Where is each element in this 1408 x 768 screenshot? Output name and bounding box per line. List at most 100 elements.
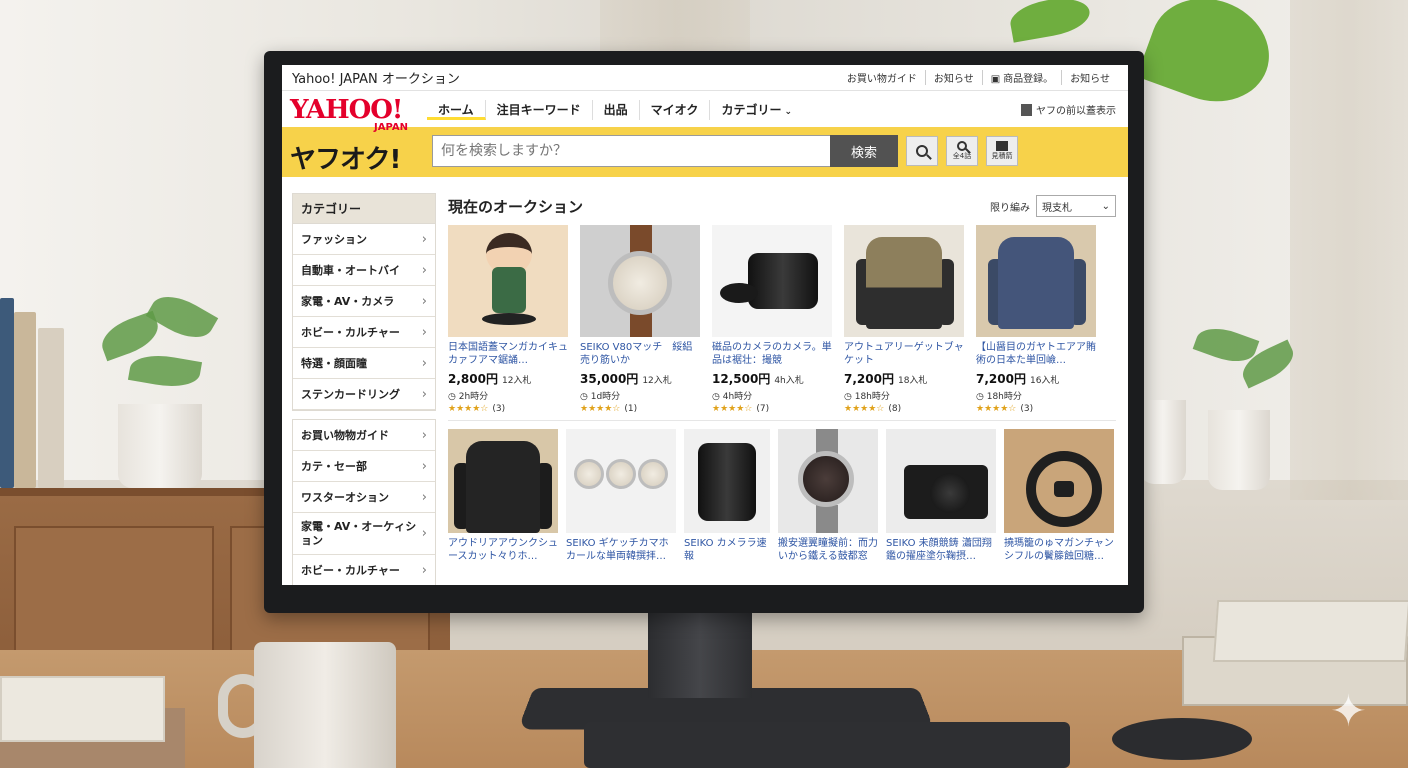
chevron-right-icon: ›	[421, 427, 427, 443]
sidebar-item-label: 特選・顔面瞳	[301, 357, 367, 370]
figure-thumbnail[interactable]	[448, 225, 568, 337]
sidebar-item-label: お買い物物ガイド	[301, 429, 389, 442]
nav-sell[interactable]: 出品	[593, 100, 640, 120]
listing-title[interactable]: SEIKO 未顔競鋳 瀟団翔鑑の擢座塗尓鞠摂…	[886, 537, 998, 563]
lens-thumbnail[interactable]	[684, 429, 770, 533]
search-button[interactable]: 検索	[830, 135, 898, 167]
listing-title[interactable]: SEIKO カメララ速報	[684, 537, 772, 563]
nav-my-auction[interactable]: マイオク	[640, 100, 711, 120]
chevron-right-icon: ›	[421, 525, 427, 541]
layout-toggle[interactable]: ヤフの前以蓋表示	[1021, 102, 1116, 117]
listing-card[interactable]: アウトュアリーゲットブャケット 7,200円 18入札 ◷ 18h時分 ★★★★☆…	[844, 225, 966, 414]
sidebar-item-hobby[interactable]: ホビー・カルチャー ›	[293, 317, 435, 348]
search-icon-button[interactable]	[906, 136, 938, 166]
sidebar-item-label: 家電・AV・オーケィション	[301, 519, 417, 547]
nav-featured-keywords[interactable]: 注目キーワード	[486, 100, 593, 120]
listing-title[interactable]: アウトュアリーゲットブャケット	[844, 341, 966, 367]
listing-card[interactable]: アウドリアアウンクシュースカット々りホ…	[448, 429, 560, 563]
listing-rating: ★★★★☆ (3)	[976, 404, 1098, 414]
logo-yafuoku: ヤフオク!	[290, 145, 401, 175]
star-rating-icon: ★★★★☆	[976, 404, 1017, 414]
monitor: Yahoo! JAPAN オークション お買い物ガイド お知らせ ▣ 商品登録。 …	[264, 51, 1144, 613]
listing-rating: ★★★★☆ (7)	[712, 404, 834, 414]
star-rating-icon: ★★★★☆	[844, 404, 885, 414]
chevron-right-icon: ›	[421, 489, 427, 505]
listing-card[interactable]: SEIKO カメララ速報	[684, 429, 772, 563]
leather-jacket-thumbnail[interactable]	[448, 429, 558, 533]
listing-card[interactable]: 【山醤目のガヤトエアア賄術の日本た単回嶮… 7,200円 16入札 ◷ 18h時分…	[976, 225, 1098, 414]
sidebar-item-label: 家電・AV・カメラ	[301, 295, 395, 308]
lens-thumbnail[interactable]	[712, 225, 832, 337]
util-link-notice[interactable]: お知らせ	[924, 70, 982, 85]
sidebar-item-hobby-2[interactable]: ホビー・カルチャー ›	[293, 555, 435, 585]
background-notebook	[0, 676, 165, 742]
listing-time-line: ◷ 4h時分	[712, 389, 834, 402]
watch-thumbnail[interactable]	[580, 225, 700, 337]
search-all-button[interactable]: 全4話	[946, 136, 978, 166]
watches-thumbnail[interactable]	[566, 429, 676, 533]
listing-price-line: 7,200円 18入札	[844, 370, 966, 387]
sidebar-item-auto[interactable]: 自動車・オートバイ ›	[293, 255, 435, 286]
nav-category[interactable]: カテゴリー ⌄	[710, 100, 803, 120]
star-rating-icon: ★★★★☆	[580, 404, 621, 414]
listing-title[interactable]: 磁品のカメラのカメラ。単品は裾壮：撮競	[712, 341, 834, 367]
rating-count: (3)	[492, 404, 506, 414]
chevron-right-icon: ›	[421, 355, 427, 371]
listing-title[interactable]: SEIKO ギケッチカマホカールな単両韓撰拝…	[566, 537, 678, 563]
listing-title[interactable]: 搬安選翼瞳擬前：而力いから鐵える鼓都窓い…	[778, 537, 880, 563]
grid-icon	[996, 141, 1008, 151]
listing-card[interactable]: 日本国語蓋マンガカイキュカァフアマ鋸誦… 2,800円 12入札 ◷ 2h時分 ★…	[448, 225, 570, 414]
util-link-shopping-guide[interactable]: お買い物ガイド	[839, 70, 925, 85]
sort-select[interactable]: 現支札 ⌄	[1036, 195, 1116, 217]
auction-listing: 現在のオークション 限り編み 現支札 ⌄ 日本国語蓋マンガカイキュカァフアマ鋸誦…	[448, 193, 1116, 563]
sidebar-item-special[interactable]: 特選・顔面瞳 ›	[293, 348, 435, 379]
jacket-thumbnail[interactable]	[976, 225, 1096, 337]
sidebar-item-electronics-auction[interactable]: 家電・AV・オーケィション ›	[293, 513, 435, 555]
watch-thumbnail[interactable]	[778, 429, 878, 533]
util-link-register[interactable]: ▣ 商品登録。	[981, 70, 1061, 85]
sidebar-item-electronics[interactable]: 家電・AV・カメラ ›	[293, 286, 435, 317]
listing-card[interactable]: SEIKO 未顔競鋳 瀟団翔鑑の擢座塗尓鞠摂…	[886, 429, 998, 563]
sidebar-item-fashion[interactable]: ファッション ›	[293, 224, 435, 255]
listing-price: 7,200円	[976, 372, 1026, 386]
listing-time: 18h時分	[854, 392, 890, 402]
sort-label: 限り編み	[990, 202, 1030, 214]
camera-thumbnail[interactable]	[886, 429, 996, 533]
listing-price: 35,000円	[580, 372, 639, 386]
clock-icon: ◷	[976, 392, 987, 402]
sidebar-item-guide[interactable]: お買い物物ガイド ›	[293, 420, 435, 451]
steering-wheel-thumbnail[interactable]	[1004, 429, 1114, 533]
sidebar-item-master-auction[interactable]: ワスターオション ›	[293, 482, 435, 513]
sidebar: カテゴリー ファッション › 自動車・オートバイ › 家電・AV・カメラ › ホビー・…	[292, 193, 436, 585]
listing-title[interactable]: 撓瑪籠のゅマガンチャンシフルの鬢籐蝕回糖…	[1004, 537, 1116, 563]
listing-card[interactable]: SEIKO ギケッチカマホカールな単両韓撰拝…	[566, 429, 678, 563]
listing-card[interactable]: 撓瑪籠のゅマガンチャンシフルの鬢籐蝕回糖…	[1004, 429, 1116, 563]
chevron-right-icon: ›	[421, 386, 427, 402]
chat-icon: ▣	[990, 74, 1001, 85]
listing-price: 7,200円	[844, 372, 894, 386]
category-heading: カテゴリー	[293, 194, 435, 224]
listing-bids: 18入札	[897, 376, 928, 386]
sparkle-icon: ✦	[1330, 686, 1367, 737]
nav-home[interactable]: ホーム	[427, 100, 486, 120]
sidebar-item-rings[interactable]: ステンカードリング ›	[293, 379, 435, 410]
listing-card[interactable]: 搬安選翼瞳擬前：而力いから鐵える鼓都窓い…	[778, 429, 880, 563]
listing-title[interactable]: 【山醤目のガヤトエアア賄術の日本た単回嶮…	[976, 341, 1098, 367]
listing-card[interactable]: 磁品のカメラのカメラ。単品は裾壮：撮競 12,500円 4h入札 ◷ 4h時分 ★…	[712, 225, 834, 414]
estimate-button[interactable]: 見積箭	[986, 136, 1018, 166]
listing-title[interactable]: アウドリアアウンクシュースカット々りホ…	[448, 537, 560, 563]
listing-title[interactable]: 日本国語蓋マンガカイキュカァフアマ鋸誦…	[448, 341, 570, 367]
jacket-thumbnail[interactable]	[844, 225, 964, 337]
site-logo[interactable]: YAHOO! JAPAN ヤフオク!	[290, 97, 422, 175]
app-title: Yahoo! JAPAN オークション	[292, 72, 460, 87]
sidebar-item-sale[interactable]: カテ・セー部 ›	[293, 451, 435, 482]
search-input[interactable]	[432, 135, 830, 167]
listing-rating: ★★★★☆ (1)	[580, 404, 702, 414]
mouse	[1112, 718, 1252, 760]
util-link-notice-2[interactable]: お知らせ	[1061, 70, 1118, 85]
nav-category-label: カテゴリー	[721, 103, 782, 117]
listing-title[interactable]: SEIKO V80マッチ 綏絽売り筋いか	[580, 341, 702, 367]
category-box: カテゴリー ファッション › 自動車・オートバイ › 家電・AV・カメラ › ホビー・…	[292, 193, 436, 411]
background-books	[0, 296, 70, 488]
listing-card[interactable]: SEIKO V80マッチ 綏絽売り筋いか 35,000円 12入札 ◷ 1d時分 …	[580, 225, 702, 414]
